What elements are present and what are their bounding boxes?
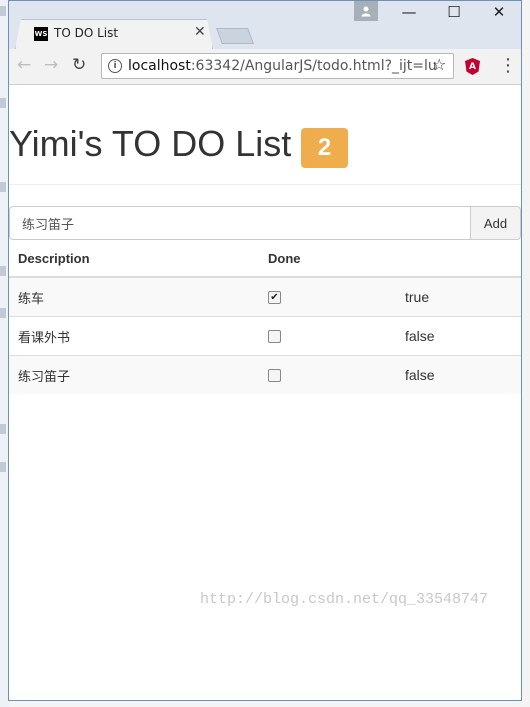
todo-table: Description Done 练车 ✔ true 看课外书 false 练习 [9, 240, 521, 394]
task-description: 看课外书 [9, 316, 259, 356]
browser-tab[interactable]: WS TO DO List ✕ [15, 19, 213, 49]
desktop-icon-fragment [0, 308, 6, 318]
page-title: Yimi's TO DO List [9, 123, 292, 164]
desktop-icon-fragment [0, 6, 6, 16]
desktop-icon-fragment [0, 182, 6, 192]
status-column-header [396, 240, 521, 278]
table-row: 看课外书 false [9, 316, 521, 356]
webstorm-favicon-icon: WS [34, 27, 48, 41]
window-close-icon[interactable]: ✕ [477, 3, 521, 21]
done-status-text: false [396, 316, 521, 356]
incomplete-count-badge: 2 [301, 128, 348, 168]
url-path: :63342/AngularJS/todo.html?_ijt=lu [190, 58, 437, 74]
done-cell: ✔ [259, 276, 396, 317]
table-row: 练车 ✔ true [9, 276, 521, 317]
minimize-icon[interactable]: — [387, 3, 431, 21]
title-bar: WS TO DO List ✕ — ☐ ✕ [9, 1, 521, 49]
page-header: Yimi's TO DO List 2 [9, 123, 521, 185]
done-checkbox[interactable] [268, 368, 281, 382]
maximize-icon[interactable]: ☐ [432, 3, 476, 21]
menu-dots-icon[interactable]: ⋮ [499, 55, 517, 76]
done-column-header: Done [259, 240, 396, 278]
table-row: 练习笛子 false [9, 355, 521, 394]
new-task-input[interactable] [9, 206, 471, 240]
url-host: localhost [128, 58, 191, 74]
task-description: 练习笛子 [9, 355, 259, 394]
done-checkbox[interactable]: ✔ [268, 290, 281, 304]
profile-button[interactable] [354, 1, 378, 21]
description-column-header: Description [9, 240, 259, 278]
table-header-row: Description Done [9, 240, 521, 278]
address-bar[interactable]: i localhost:63342/AngularJS/todo.html?_i… [101, 53, 454, 79]
url-text[interactable]: localhost:63342/AngularJS/todo.html?_ijt… [128, 58, 437, 74]
new-task-form: Add [9, 206, 521, 240]
info-icon[interactable]: i [108, 59, 122, 73]
desktop-icon-fragment [0, 424, 6, 434]
watermark: http://blog.csdn.net/qq_33548747 [200, 591, 489, 608]
done-status-text: false [396, 355, 521, 394]
done-cell [259, 355, 396, 394]
done-cell [259, 316, 396, 356]
new-tab-button[interactable] [216, 28, 254, 44]
forward-arrow-icon[interactable]: → [44, 55, 58, 75]
task-description: 练车 [9, 276, 259, 317]
back-arrow-icon[interactable]: ← [17, 55, 31, 75]
reload-icon[interactable]: ↻ [72, 55, 86, 75]
star-icon[interactable]: ☆ [432, 55, 446, 74]
person-icon [361, 6, 371, 17]
browser-toolbar: ← → ↻ i localhost:63342/AngularJS/todo.h… [9, 49, 521, 85]
desktop-icon-fragment [0, 98, 6, 108]
angular-extension-icon[interactable]: A [465, 58, 480, 75]
done-checkbox[interactable] [268, 329, 281, 343]
close-icon[interactable]: ✕ [194, 24, 206, 40]
desktop-icon-fragment [0, 266, 6, 276]
desktop-icon-fragment [0, 462, 6, 472]
tab-title: TO DO List [54, 26, 119, 40]
done-status-text: true [396, 276, 521, 317]
add-button[interactable]: Add [470, 206, 521, 240]
